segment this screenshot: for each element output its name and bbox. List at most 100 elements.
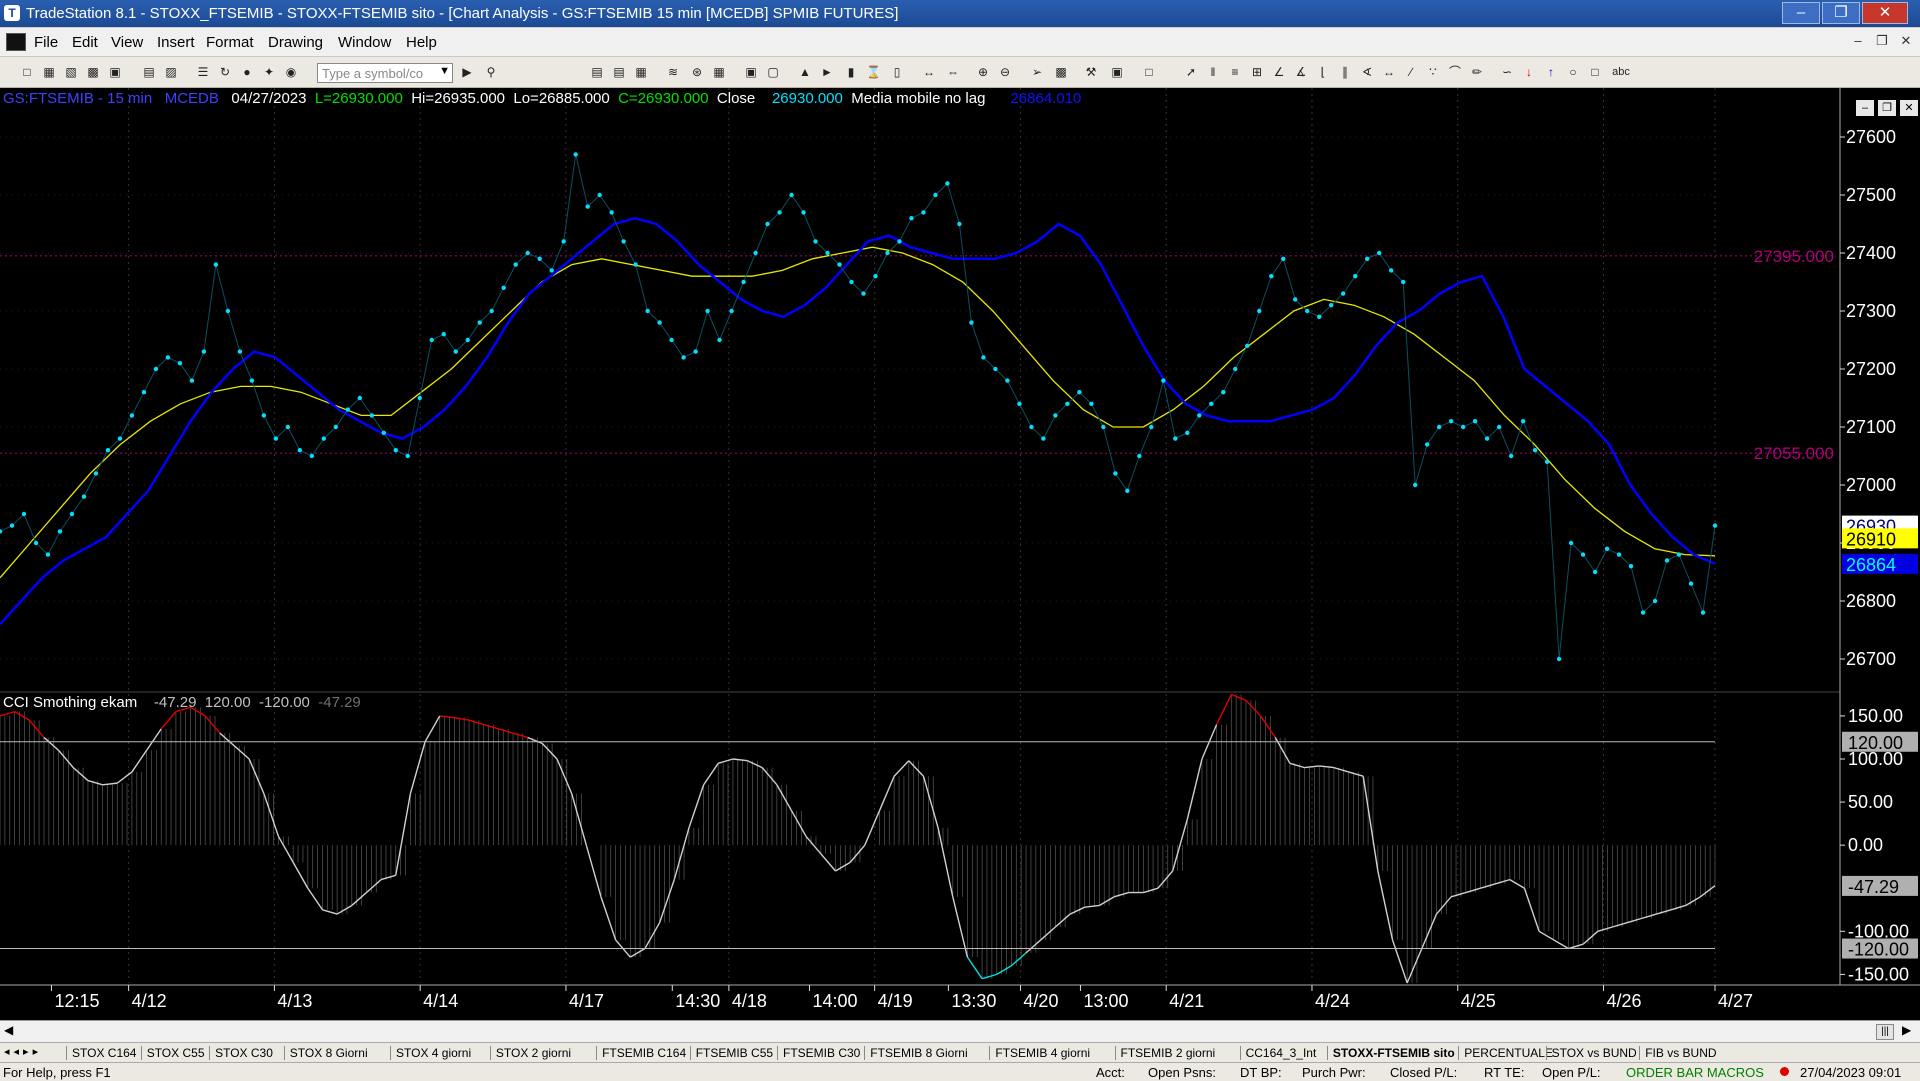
- arc-icon[interactable]: ⌒: [1448, 65, 1462, 79]
- copy-icon[interactable]: ▩: [86, 65, 100, 79]
- tools-icon[interactable]: ✦: [262, 65, 276, 79]
- tab-stox-c30[interactable]: STOX C30: [215, 1045, 273, 1061]
- lookup-icon[interactable]: ⚲: [484, 65, 498, 79]
- menu-file[interactable]: File: [34, 34, 58, 51]
- tab-stox-vs-bund[interactable]: STOX vs BUND: [1552, 1045, 1637, 1061]
- print-icon[interactable]: ▨: [164, 65, 178, 79]
- parallel-icon[interactable]: ∕: [1404, 65, 1418, 79]
- zoom-in-icon[interactable]: ⊕: [976, 65, 990, 79]
- new-icon[interactable]: □: [20, 65, 34, 79]
- tab-stox-8-giorni[interactable]: STOX 8 Giorni: [290, 1045, 368, 1061]
- tab-ftsemib-c55[interactable]: FTSEMIB C55: [696, 1045, 773, 1061]
- pen-icon[interactable]: ✏: [1470, 65, 1484, 79]
- scroll-left-icon[interactable]: ◀: [4, 1023, 13, 1037]
- down-arrow-icon[interactable]: ↓: [1522, 65, 1536, 79]
- maximize-button[interactable]: ❐: [1822, 2, 1860, 24]
- chart-restore-button[interactable]: ❐: [1878, 100, 1896, 116]
- curve-icon[interactable]: ∽: [1500, 65, 1514, 79]
- step-icon[interactable]: ⌊: [1316, 65, 1330, 79]
- arrow-lr-icon[interactable]: ↔: [1382, 65, 1396, 79]
- refresh-icon[interactable]: ↻: [218, 65, 232, 79]
- up-arrow-icon[interactable]: ↑: [1544, 65, 1558, 79]
- tab-stoxx-ftsemib-sito[interactable]: STOXX-FTSEMIB sito: [1333, 1045, 1455, 1061]
- menu-insert[interactable]: Insert: [157, 34, 195, 51]
- layout-icon-1[interactable]: ▤: [590, 65, 604, 79]
- hammer-icon[interactable]: ⚒: [1084, 65, 1098, 79]
- close-button[interactable]: ✕: [1862, 2, 1908, 24]
- radar-icon[interactable]: ⊛: [690, 65, 704, 79]
- chart-svg[interactable]: 27395.000 27055.000 27600 27500 27400 27300 2…: [0, 88, 1920, 1020]
- document-icon[interactable]: [6, 33, 26, 51]
- tab-stox-c55[interactable]: STOX C55: [147, 1045, 205, 1061]
- fan-icon[interactable]: ∠: [1272, 65, 1286, 79]
- menu-edit[interactable]: Edit: [72, 34, 98, 51]
- horizontal-scrollbar[interactable]: ◀ ||| ▶: [0, 1020, 1920, 1043]
- minimize-button[interactable]: –: [1782, 2, 1820, 24]
- open-workspace-icon[interactable]: ▧: [64, 65, 78, 79]
- menu-window[interactable]: Window: [338, 34, 391, 51]
- channel-icon[interactable]: ∥: [1338, 65, 1352, 79]
- tab-ftsemib-8-giorni[interactable]: FTSEMIB 8 Giorni: [870, 1045, 967, 1061]
- tab-ftsemib-c164[interactable]: FTSEMIB C164: [602, 1045, 686, 1061]
- lock-icon[interactable]: ●: [240, 65, 254, 79]
- vertical-lines-icon[interactable]: ‖: [1206, 65, 1220, 79]
- matrix-icon[interactable]: ▦: [712, 65, 726, 79]
- options-icon[interactable]: ▢: [766, 65, 780, 79]
- rectangle-icon[interactable]: □: [1588, 65, 1602, 79]
- strategy-icon[interactable]: ►: [820, 65, 834, 79]
- menu-drawing[interactable]: Drawing: [268, 34, 323, 51]
- tab-fib-vs-bund[interactable]: FIB vs BUND: [1645, 1045, 1716, 1061]
- candle-icon[interactable]: ▯: [890, 65, 904, 79]
- tab-nav-arrows-icon[interactable]: ◂◂▸▸: [4, 1045, 42, 1058]
- tab-ftsemib-4-giorni[interactable]: FTSEMIB 4 giorni: [995, 1045, 1090, 1061]
- page-setup-icon[interactable]: ☰: [196, 65, 210, 79]
- horizontal-lines-icon[interactable]: ≡: [1228, 65, 1242, 79]
- mdi-minimize-button[interactable]: –: [1848, 32, 1868, 50]
- menu-format[interactable]: Format: [206, 34, 254, 51]
- data-window-icon[interactable]: ▩: [1054, 65, 1068, 79]
- fibonacci-icon[interactable]: ⊞: [1250, 65, 1264, 79]
- layout-icon-2[interactable]: ▤: [612, 65, 626, 79]
- zoom-out-icon[interactable]: ⊖: [998, 65, 1012, 79]
- apps-icon[interactable]: ◉: [284, 65, 298, 79]
- tab-ftsemib-2-giorni[interactable]: FTSEMIB 2 giorni: [1121, 1045, 1216, 1061]
- zoom-bars-icon[interactable]: ⇔: [946, 65, 960, 79]
- chart-close-button[interactable]: ✕: [1900, 100, 1918, 116]
- scroll-bars-icon[interactable]: ↔: [922, 65, 936, 79]
- save-icon[interactable]: ▤: [142, 65, 156, 79]
- ellipse-icon[interactable]: ○: [1566, 65, 1580, 79]
- tab-stox-c164[interactable]: STOX C164: [72, 1045, 136, 1061]
- pointer-icon[interactable]: ➢: [1030, 65, 1044, 79]
- document-icon-2[interactable]: □: [1142, 65, 1156, 79]
- angle-icon[interactable]: ∡: [1294, 65, 1308, 79]
- tab-stox-2-giorni[interactable]: STOX 2 giorni: [496, 1045, 571, 1061]
- chart-minimize-button[interactable]: –: [1856, 100, 1874, 116]
- hourglass-icon[interactable]: ⌛: [866, 65, 881, 79]
- symbol-input[interactable]: Type a symbol/co ▼: [317, 63, 453, 83]
- chart-icon[interactable]: ≋: [666, 65, 680, 79]
- text-tool-icon[interactable]: abc: [1610, 65, 1632, 79]
- scanner-icon[interactable]: ▣: [744, 65, 758, 79]
- mdi-close-button[interactable]: ✕: [1896, 32, 1916, 50]
- forward-arrow-icon[interactable]: ▶: [460, 65, 474, 79]
- layout-icon-3[interactable]: ▦: [634, 65, 648, 79]
- mdi-restore-button[interactable]: ❐: [1872, 32, 1892, 50]
- tab-ftsemib-c30[interactable]: FTSEMIB C30: [783, 1045, 860, 1061]
- scroll-right-icon[interactable]: ▶: [1902, 1023, 1911, 1037]
- chevron-down-icon[interactable]: ▼: [439, 65, 450, 77]
- app-icon[interactable]: T: [4, 5, 20, 21]
- gann-icon[interactable]: ∢: [1360, 65, 1374, 79]
- export-icon[interactable]: ▣: [1110, 65, 1124, 79]
- menu-help[interactable]: Help: [406, 34, 437, 51]
- tab-stox-4-giorni[interactable]: STOX 4 giorni: [396, 1045, 471, 1061]
- menu-view[interactable]: View: [111, 34, 143, 51]
- chart-window[interactable]: 27395.000 27055.000 27600 27500 27400 27300 2…: [0, 88, 1920, 1020]
- speed-icon[interactable]: ∵: [1426, 65, 1440, 79]
- scroll-thumb[interactable]: |||: [1876, 1024, 1894, 1040]
- tab-cc164-3-int[interactable]: CC164_3_Int: [1246, 1045, 1317, 1061]
- open-icon[interactable]: ▦: [42, 65, 56, 79]
- folder-icon[interactable]: ▣: [108, 65, 122, 79]
- alert-icon[interactable]: ▲: [798, 65, 812, 79]
- tab-percentuale[interactable]: PERCENTUALE: [1464, 1045, 1553, 1061]
- trendline-icon[interactable]: ➚: [1184, 65, 1198, 79]
